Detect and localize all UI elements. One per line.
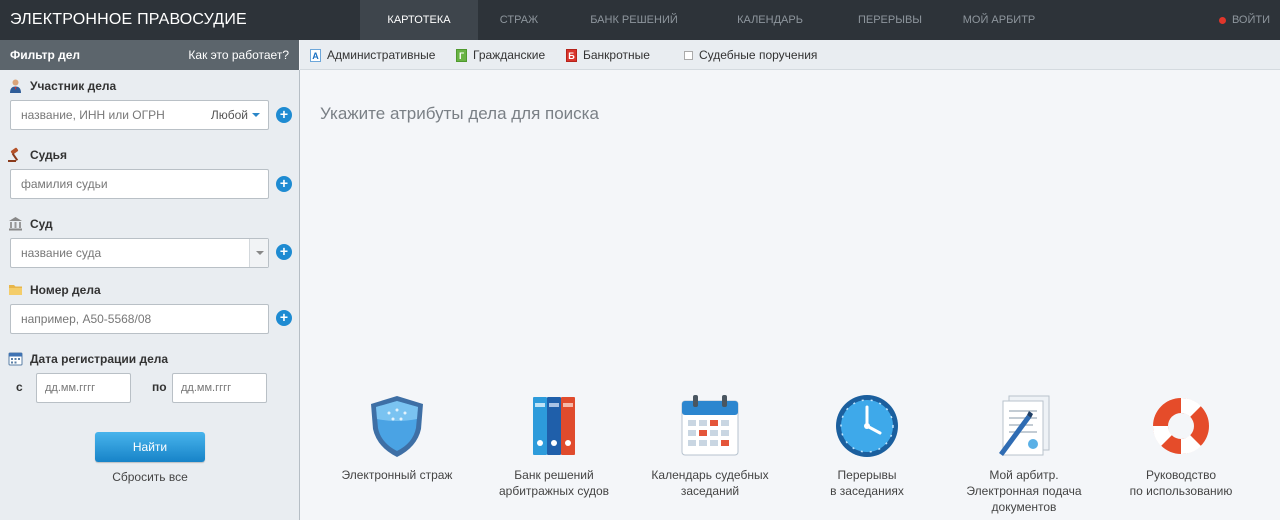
login-button[interactable]: ВОЙТИ <box>1218 0 1270 40</box>
nav-tab-strazh[interactable]: СТРАЖ <box>478 0 560 40</box>
how-it-works-link[interactable]: Как это работает? <box>188 48 289 62</box>
tile-user-guide[interactable]: Руководство по использованию <box>1106 393 1256 499</box>
tile-label: Перерывы в заседаниях <box>830 468 904 498</box>
category-bankruptcy[interactable]: Б Банкротные <box>566 48 650 62</box>
courthouse-icon <box>9 217 22 231</box>
tile-label: Банк решений арбитражных судов <box>498 468 610 498</box>
shield-icon <box>371 396 423 457</box>
tile-label: Руководство по использованию <box>1129 468 1233 498</box>
filter-sidebar: Участник дела название, ИНН или ОГРН Люб… <box>0 70 299 520</box>
brand-title[interactable]: ЭЛЕКТРОННОЕ ПРАВОСУДИЕ <box>10 11 247 29</box>
calendar-small-icon <box>8 352 23 366</box>
add-court-button[interactable]: + <box>276 244 292 260</box>
person-icon <box>10 79 21 93</box>
login-label: ВОЙТИ <box>1231 14 1270 26</box>
gavel-icon <box>8 147 19 162</box>
nav-tab-pereryvy[interactable]: ПЕРЕРЫВЫ <box>832 0 948 40</box>
participant-role-select[interactable]: Любой <box>211 101 260 129</box>
main-nav: КАРТОТЕКА СТРАЖ БАНК РЕШЕНИЙ КАЛЕНДАРЬ П… <box>360 0 1050 40</box>
chevron-down-icon <box>252 113 260 117</box>
case-number-input[interactable]: например, А50-5568/08 <box>10 304 269 334</box>
tile-my-arbiter[interactable]: Мой арбитр. Электронная подача документо… <box>949 393 1099 515</box>
add-case-number-button[interactable]: + <box>276 310 292 326</box>
search-hint: Укажите атрибуты дела для поиска <box>320 104 599 123</box>
filter-header: Фильтр дел Как это работает? <box>0 40 299 70</box>
nav-tab-calendar[interactable]: КАЛЕНДАРЬ <box>708 0 832 40</box>
date-from-placeholder: дд.мм.гггг <box>45 382 96 394</box>
participant-label: Участник дела <box>30 78 117 93</box>
court-label: Суд <box>30 216 53 231</box>
judge-placeholder: фамилия судьи <box>21 177 108 191</box>
tile-decisions-bank[interactable]: Банк решений арбитражных судов <box>479 393 629 499</box>
category-label: Административные <box>327 48 436 62</box>
category-label: Гражданские <box>473 48 546 62</box>
filter-title: Фильтр дел <box>10 48 81 62</box>
court-placeholder: название суда <box>21 246 102 260</box>
bankruptcy-icon: Б <box>566 48 577 62</box>
court-dropdown-toggle[interactable] <box>249 239 268 267</box>
date-label: Дата регистрации дела <box>30 351 169 366</box>
tile-label: Электронный страж <box>341 468 453 482</box>
date-to-placeholder: дд.мм.гггг <box>181 382 232 394</box>
category-bar: А Административные Г Гражданские Б Банкр… <box>300 40 1280 70</box>
top-bar: ЭЛЕКТРОННОЕ ПРАВОСУДИЕ КАРТОТЕКА СТРАЖ Б… <box>0 0 1280 40</box>
admin-icon: А <box>310 48 321 62</box>
participant-label-row: Участник дела <box>8 78 116 93</box>
court-orders-checkbox[interactable] <box>684 50 693 60</box>
nav-tab-bank-resheniy[interactable]: БАНК РЕШЕНИЙ <box>560 0 708 40</box>
date-label-row: Дата регистрации дела <box>8 351 168 366</box>
court-label-row: Суд <box>8 216 53 231</box>
case-number-placeholder: например, А50-5568/08 <box>21 312 152 326</box>
search-button[interactable]: Найти <box>95 432 205 462</box>
tile-court-calendar[interactable]: Календарь судебных заседаний <box>635 393 785 499</box>
add-judge-button[interactable]: + <box>276 176 292 192</box>
category-label: Судебные поручения <box>699 48 818 62</box>
date-from-label: с <box>16 380 23 394</box>
participant-input[interactable]: название, ИНН или ОГРН Любой <box>10 100 269 130</box>
nav-tab-moy-arbitr[interactable]: МОЙ АРБИТР <box>948 0 1050 40</box>
judge-label-row: Судья <box>8 147 67 162</box>
tile-label: Календарь судебных заседаний <box>651 468 769 498</box>
category-civil[interactable]: Г Гражданские <box>456 48 545 62</box>
binders-icon <box>533 397 575 455</box>
participant-placeholder: название, ИНН или ОГРН <box>21 108 165 122</box>
status-dot-icon <box>1218 16 1226 24</box>
judge-label: Судья <box>30 147 68 162</box>
participant-role-value: Любой <box>210 108 248 122</box>
main-content: Укажите атрибуты дела для поиска Электро… <box>300 71 1280 520</box>
document-pen-icon <box>999 395 1050 456</box>
tile-electronic-guard[interactable]: Электронный страж <box>322 393 472 483</box>
tile-label: Мой арбитр. Электронная подача документо… <box>966 468 1082 514</box>
case-number-label: Номер дела <box>30 282 101 297</box>
civil-icon: Г <box>456 48 467 62</box>
calendar-icon <box>681 395 739 456</box>
folder-icon <box>9 285 22 295</box>
add-participant-button[interactable]: + <box>276 107 292 123</box>
reset-all-link[interactable]: Сбросить все <box>95 470 205 484</box>
case-number-label-row: Номер дела <box>8 282 101 297</box>
lifebuoy-icon <box>1152 397 1209 455</box>
date-to-input[interactable]: дд.мм.гггг <box>172 373 267 403</box>
tile-breaks[interactable]: Перерывы в заседаниях <box>792 393 942 499</box>
date-to-label: по <box>152 380 167 394</box>
nav-tab-kartoteka[interactable]: КАРТОТЕКА <box>360 0 478 40</box>
court-select[interactable]: название суда <box>10 238 269 268</box>
date-from-input[interactable]: дд.мм.гггг <box>36 373 131 403</box>
category-administrative[interactable]: А Административные <box>310 48 435 62</box>
category-label: Банкротные <box>583 48 650 62</box>
judge-input[interactable]: фамилия судьи <box>10 169 269 199</box>
clock-icon <box>836 395 898 457</box>
category-court-orders[interactable]: Судебные поручения <box>684 48 817 62</box>
